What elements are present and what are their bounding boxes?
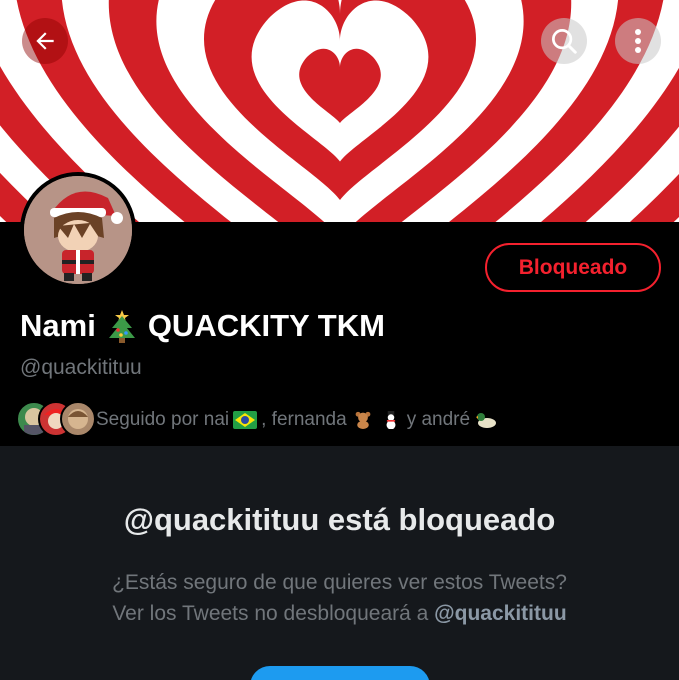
avatar[interactable]	[20, 172, 136, 288]
followed-by-suffix: y andré	[406, 409, 471, 430]
followed-by-middle: , fernanda	[261, 409, 347, 430]
followed-by-text: Seguido por nai , fernanda y andré	[96, 409, 498, 431]
follower-avatars	[16, 401, 96, 439]
search-button[interactable]	[541, 18, 587, 64]
blocked-button[interactable]: Bloqueado	[485, 243, 661, 292]
more-vertical-icon	[635, 29, 641, 53]
christmas-tree-icon	[108, 310, 135, 343]
blocked-notice-handle: @quackitituu	[434, 602, 567, 625]
follower-avatar	[60, 401, 96, 437]
blocked-notice-description: ¿Estás seguro de que quieres ver estos T…	[0, 567, 679, 629]
search-icon	[552, 29, 577, 54]
teddy-bear-icon	[355, 411, 371, 429]
more-options-button[interactable]	[615, 18, 661, 64]
view-tweets-button[interactable]	[250, 666, 430, 680]
display-name-suffix: QUACKITY TKM	[147, 308, 385, 343]
back-button[interactable]	[22, 18, 68, 64]
brazil-flag-icon	[233, 411, 258, 429]
blocked-notice-panel	[0, 446, 679, 680]
display-name-first: Nami	[20, 308, 96, 343]
followed-by-prefix: Seguido por nai	[96, 409, 230, 430]
followed-by[interactable]: Seguido por nai , fernanda y andré	[16, 400, 498, 440]
profile-handle: @quackitituu	[20, 356, 142, 379]
avatar-image	[24, 176, 132, 284]
blocked-notice-line2: Ver los Tweets no desbloqueará a @quacki…	[0, 598, 679, 629]
blocked-notice-line2-prefix: Ver los Tweets no desbloqueará a	[112, 602, 429, 625]
blocked-notice-line1: ¿Estás seguro de que quieres ver estos T…	[112, 571, 567, 594]
snowman-icon	[386, 411, 396, 429]
duck-icon	[476, 413, 497, 428]
display-name: Nami QUACKITY TKM	[20, 308, 385, 344]
blocked-notice-title: @quackitituu está bloqueado	[123, 502, 556, 537]
arrow-left-icon	[36, 32, 54, 50]
